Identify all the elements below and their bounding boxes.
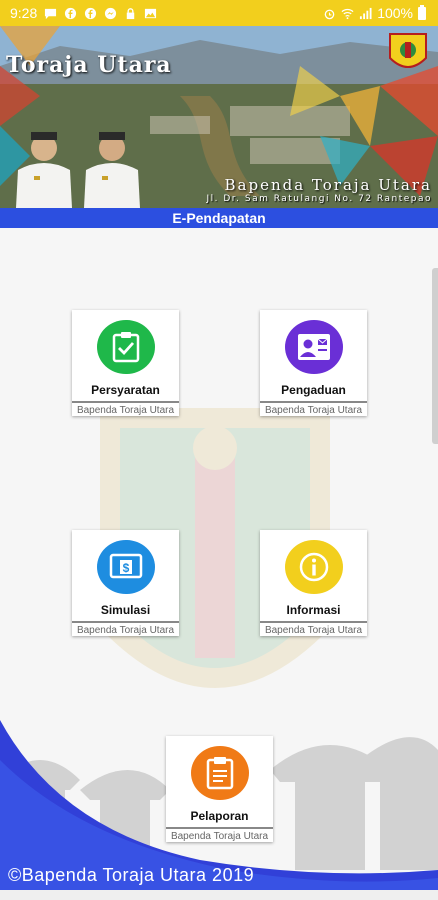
header-banner: Toraja Utara Bapenda Toraja Utara Jl. Dr… bbox=[0, 26, 438, 208]
menu-persyaratan-button[interactable]: Persyaratan Bapenda Toraja Utara bbox=[72, 310, 179, 416]
menu-subtitle: Bapenda Toraja Utara bbox=[170, 831, 269, 842]
status-left: 9:28 bbox=[10, 5, 157, 21]
status-bar: 9:28 100% bbox=[0, 0, 438, 26]
menu-label: Informasi bbox=[286, 603, 341, 618]
divider bbox=[72, 401, 179, 403]
signal-icon bbox=[360, 7, 372, 19]
menu-informasi-button[interactable]: Informasi Bapenda Toraja Utara bbox=[260, 530, 367, 636]
divider bbox=[72, 621, 179, 623]
battery-icon bbox=[418, 4, 426, 20]
contact-card-icon bbox=[284, 320, 343, 375]
lock-icon bbox=[127, 7, 135, 19]
message-icon bbox=[45, 8, 57, 19]
banner-organization: Bapenda Toraja Utara bbox=[224, 176, 432, 194]
app-title-bar: E-Pendapatan bbox=[0, 208, 438, 228]
menu-label: Persyaratan bbox=[91, 383, 160, 398]
svg-text:$: $ bbox=[122, 561, 129, 575]
menu-label: Pengaduan bbox=[281, 383, 346, 398]
menu-subtitle: Bapenda Toraja Utara bbox=[76, 405, 175, 416]
scrollbar[interactable] bbox=[432, 268, 438, 444]
menu-label: Pelaporan bbox=[190, 809, 249, 824]
officials-photo bbox=[16, 132, 140, 208]
menu-subtitle: Bapenda Toraja Utara bbox=[264, 625, 363, 636]
menu-subtitle: Bapenda Toraja Utara bbox=[264, 405, 363, 416]
copyright-text: ©Bapenda Toraja Utara 2019 bbox=[8, 865, 255, 885]
facebook-icon bbox=[85, 7, 97, 19]
menu-pelaporan-button[interactable]: Pelaporan Bapenda Toraja Utara bbox=[166, 736, 273, 842]
banner-title: Toraja Utara bbox=[6, 52, 172, 78]
divider bbox=[260, 621, 367, 623]
regency-logo bbox=[389, 33, 427, 68]
status-time: 9:28 bbox=[10, 5, 38, 21]
money-icon: $ bbox=[96, 540, 155, 595]
divider bbox=[166, 827, 273, 829]
menu-pengaduan-button[interactable]: Pengaduan Bapenda Toraja Utara bbox=[260, 310, 367, 416]
navigation-bar bbox=[0, 890, 438, 900]
messenger-icon bbox=[105, 7, 117, 19]
banner-address: Jl. Dr. Sam Ratulangi No. 72 Rantepao bbox=[206, 194, 432, 204]
status-right: 100% bbox=[323, 4, 426, 21]
info-icon bbox=[284, 540, 343, 595]
facebook-icon bbox=[65, 7, 77, 19]
alarm-icon bbox=[324, 9, 335, 19]
main-content[interactable]: Persyaratan Bapenda Toraja Utara Pengadu… bbox=[0, 228, 438, 900]
image-icon bbox=[145, 8, 157, 18]
divider bbox=[260, 401, 367, 403]
menu-subtitle: Bapenda Toraja Utara bbox=[76, 625, 175, 636]
menu-simulasi-button[interactable]: $ Simulasi Bapenda Toraja Utara bbox=[72, 530, 179, 636]
clipboard-icon bbox=[190, 746, 249, 801]
clipboard-check-icon bbox=[96, 320, 155, 375]
wifi-icon bbox=[341, 8, 354, 19]
battery-percent: 100% bbox=[377, 5, 413, 21]
menu-label: Simulasi bbox=[100, 603, 151, 618]
